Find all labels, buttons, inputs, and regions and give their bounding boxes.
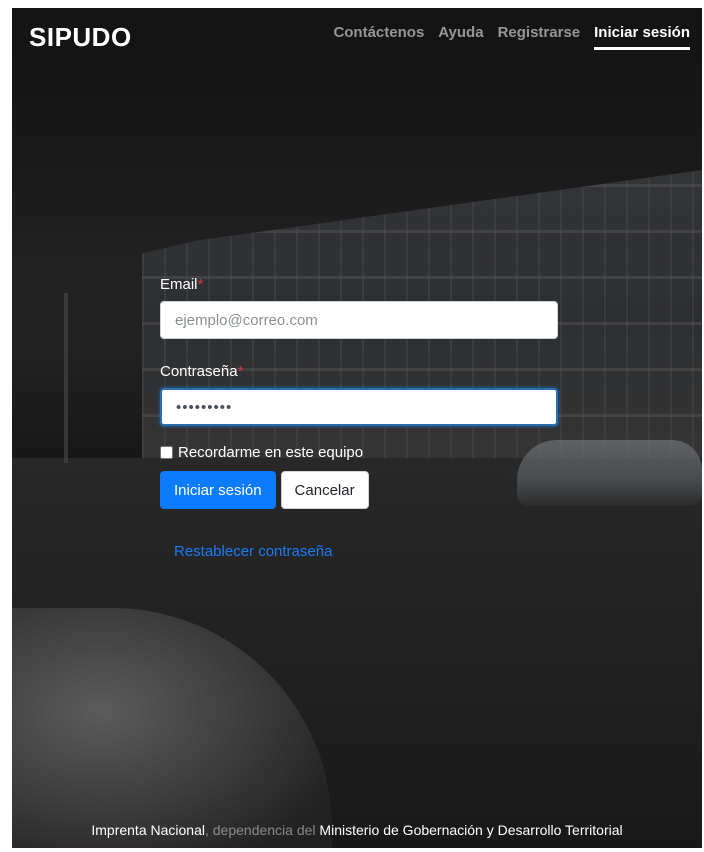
login-form: Email* Contraseña* Recordarme en este eq… [160,276,558,561]
footer-ministry: Ministerio de Gobernación y Desarrollo T… [319,822,623,838]
nav-iniciar-sesion[interactable]: Iniciar sesión [594,24,690,50]
remember-label[interactable]: Recordarme en este equipo [178,444,363,461]
brand-logo[interactable]: SIPUDO [29,22,132,53]
top-nav: Contáctenos Ayuda Registrarse Iniciar se… [333,24,690,50]
email-label: Email* [160,276,558,293]
password-input[interactable] [160,388,558,426]
remember-checkbox[interactable] [160,446,173,459]
password-label: Contraseña* [160,363,558,380]
required-mark: * [197,276,204,293]
nav-ayuda[interactable]: Ayuda [438,24,483,50]
reset-password-link[interactable]: Restablecer contraseña [174,543,332,560]
login-button[interactable]: Iniciar sesión [160,471,276,509]
background-pole [64,293,68,463]
required-mark: * [237,363,244,380]
password-label-text: Contraseña [160,363,238,380]
login-page: SIPUDO Contáctenos Ayuda Registrarse Ini… [12,8,702,848]
email-input[interactable] [160,301,558,339]
footer-connector: , dependencia del [204,822,320,838]
cancel-button[interactable]: Cancelar [280,471,369,509]
nav-contactenos[interactable]: Contáctenos [333,24,424,50]
email-label-text: Email [160,276,198,293]
footer-org: Imprenta Nacional [91,822,205,838]
nav-registrarse[interactable]: Registrarse [498,24,581,50]
remember-row: Recordarme en este equipo [160,444,558,461]
email-group: Email* [160,276,558,339]
button-row: Iniciar sesión Cancelar [160,471,558,509]
password-group: Contraseña* [160,363,558,426]
footer: Imprenta Nacional, dependencia del Minis… [12,822,702,838]
